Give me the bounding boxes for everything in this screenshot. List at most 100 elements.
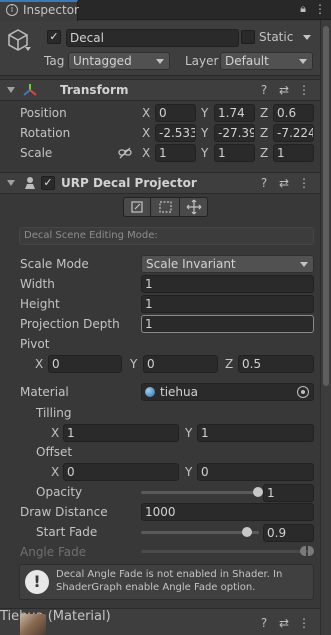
axis-z-label: Z [260,146,269,160]
scale-label: Scale [20,146,53,160]
rotation-x-field[interactable]: -2.533 [155,124,196,142]
axis-z-label: Z [260,126,269,140]
scene-editing-mode-label: Decal Scene Editing Mode: [24,230,158,241]
projection-depth-label: Projection Depth [20,317,120,331]
draw-distance-field[interactable]: 1000 [141,503,314,521]
angle-fade-knob-left [300,546,306,556]
offset-y-field[interactable]: 0 [197,463,314,481]
axis-x-label: X [142,126,151,140]
material-preview-thumbnail [20,614,46,635]
scrollbar-thumb[interactable] [323,26,329,386]
help-icon[interactable]: ? [257,175,271,191]
axis-x-label: X [51,465,60,479]
scale-x-field[interactable]: 1 [155,144,196,162]
presets-icon[interactable]: ⇄ [277,82,291,98]
height-field[interactable]: 1 [141,295,314,313]
projection-depth-field[interactable]: 1 [141,315,314,333]
axis-y-label: Y [185,465,193,479]
object-picker-icon[interactable] [297,386,309,398]
tiling-x-field[interactable]: 1 [63,424,179,442]
height-label: Height [20,297,60,311]
layer-label: Layer [185,54,219,68]
pivot-y-field[interactable]: 0 [143,355,218,373]
offset-label: Offset [36,445,73,459]
tiling-y-field[interactable]: 1 [197,424,314,442]
warning-text: Decal Angle Fade is not enabled in Shade… [56,569,283,593]
inspector-tab[interactable]: i Inspector [0,0,79,21]
opacity-slider-knob[interactable] [253,487,263,497]
axis-y-label: Y [201,146,209,160]
offset-x-field[interactable]: 0 [63,463,179,481]
axis-z-label: Z [225,357,234,371]
axis-x-label: X [51,426,60,440]
position-z-field[interactable]: 0.6 [273,104,314,122]
opacity-slider-track[interactable] [141,491,259,494]
decal-projector-icon [23,176,37,190]
axis-x-label: X [142,146,151,160]
axis-x-label: X [35,357,44,371]
material-section-header[interactable]: Tiehua (Material) ? ⇄ ⋮ [0,608,320,635]
pivot-x-field[interactable]: 0 [48,355,122,373]
angle-fade-slider-track [141,550,309,553]
tab-title: Inspector [23,3,79,17]
scale-z-field[interactable]: 1 [273,144,314,162]
tag-value: Untagged [73,54,132,68]
rotation-y-field[interactable]: -27.39 [214,124,255,142]
info-icon: i [6,4,18,16]
position-y-field[interactable]: 1.74 [214,104,255,122]
draw-distance-label: Draw Distance [20,505,108,519]
transform-header[interactable]: Transform ? ⇄ ⋮ [0,79,320,101]
lock-icon[interactable]: 🔒︎ [297,2,309,16]
foldout-arrow-icon[interactable] [7,87,15,93]
position-x-field[interactable]: 0 [155,104,196,122]
start-fade-field[interactable]: 0.9 [263,524,314,542]
kebab-menu-icon[interactable]: ⋮ [297,82,311,98]
active-checkbox[interactable]: ✓ [47,30,61,44]
static-checkbox[interactable] [241,30,255,44]
chevron-down-icon[interactable] [25,47,31,51]
material-sphere-icon [145,387,155,397]
axis-y-label: Y [201,106,209,120]
scale-y-field[interactable]: 1 [214,144,255,162]
angle-fade-label: Angle Fade [20,545,87,559]
help-icon[interactable]: ? [257,82,271,98]
kebab-menu-icon[interactable]: ⋮ [297,615,311,631]
rotation-z-field[interactable]: -7.224 [273,124,314,142]
layer-value: Default [225,54,269,68]
pivot-z-field[interactable]: 0.5 [238,355,314,373]
help-icon[interactable]: ? [257,615,271,631]
angle-fade-knob-right [308,546,314,556]
constrain-proportions-link-icon[interactable] [118,147,132,159]
kebab-menu-icon[interactable]: ⋮ [314,2,326,16]
presets-icon[interactable]: ⇄ [277,175,291,191]
static-dropdown-arrow[interactable] [303,35,311,40]
edit-pivot-button[interactable] [181,198,207,216]
rotation-label: Rotation [20,126,71,140]
pivot-label: Pivot [20,337,50,351]
opacity-field[interactable]: 1 [263,484,314,502]
axis-x-label: X [142,106,151,120]
decal-enabled-checkbox[interactable]: ✓ [41,176,55,190]
tag-dropdown[interactable]: Untagged [68,52,170,70]
axis-y-label: Y [130,357,138,371]
material-section-title: Tiehua (Material) [0,609,111,624]
edit-size-button[interactable] [124,198,151,216]
decal-projector-header[interactable]: ✓ URP Decal Projector ? ⇄ ⋮ [0,172,320,194]
inspector-scrollbar[interactable] [320,20,331,635]
scale-mode-label: Scale Mode [20,257,89,271]
position-label: Position [20,106,67,120]
scale-mode-dropdown[interactable]: Scale Invariant [141,255,314,273]
edit-crop-button[interactable] [152,198,180,216]
foldout-arrow-icon[interactable] [7,180,15,186]
start-fade-slider-knob[interactable] [241,527,252,537]
material-object-field[interactable]: tiehua [141,383,314,401]
kebab-menu-icon[interactable]: ⋮ [297,175,311,191]
start-fade-label: Start Fade [36,525,98,539]
layer-dropdown[interactable]: Default [220,52,313,70]
chevron-down-icon [156,59,164,64]
object-picker-dot [301,390,305,394]
transform-title: Transform [60,83,129,97]
object-name-field[interactable]: Decal [66,29,239,47]
width-field[interactable]: 1 [141,275,314,293]
presets-icon[interactable]: ⇄ [277,615,291,631]
